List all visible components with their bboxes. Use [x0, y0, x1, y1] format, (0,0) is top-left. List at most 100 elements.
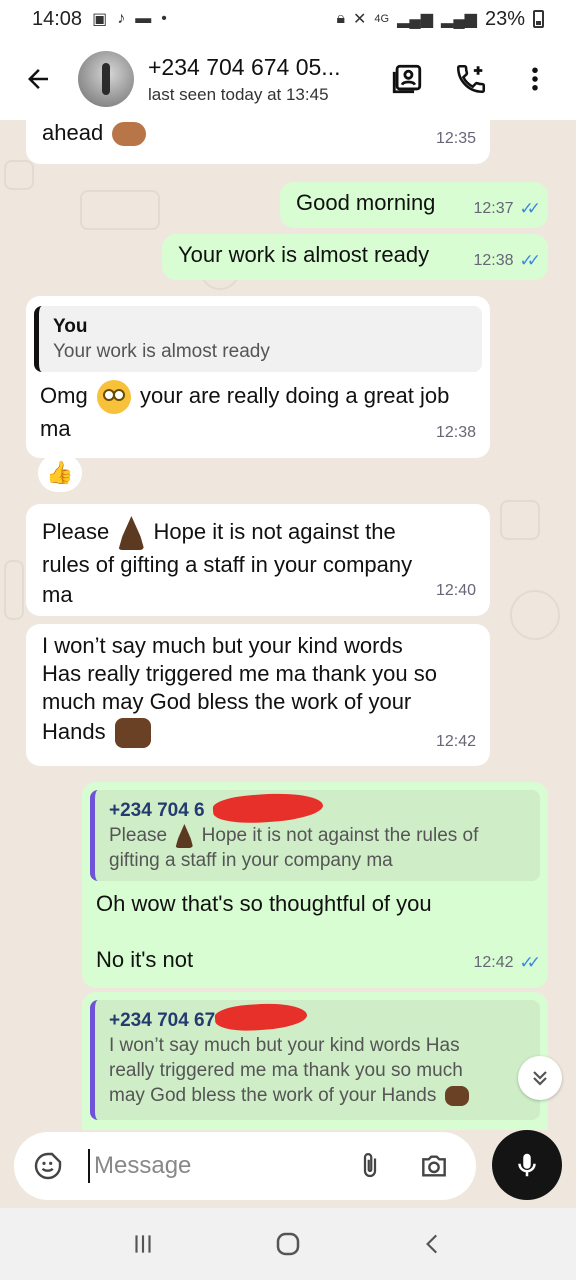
- attach-button[interactable]: [346, 1142, 394, 1190]
- last-seen: last seen today at 13:45: [148, 84, 329, 104]
- voice-record-button[interactable]: [492, 1130, 562, 1200]
- gallery-icon: ▣: [92, 11, 108, 28]
- sticker-button[interactable]: [24, 1142, 72, 1190]
- status-bar: 14:08 ▣ ♪ ▬ • 🔒︎ ✕ 4G ▂▄▆ ▂▄▆ 23%: [0, 0, 576, 38]
- status-time: 14:08: [32, 7, 83, 30]
- message-line-last: Hands: [42, 718, 474, 749]
- camera-button[interactable]: [410, 1142, 458, 1190]
- tiktok-icon: ♪: [117, 10, 126, 27]
- double-chevron-down-icon: [533, 1071, 547, 1086]
- mute-icon: ✕: [352, 11, 367, 28]
- message-meta: 12:37 ✓✓: [473, 194, 540, 224]
- message-outgoing[interactable]: Your work is almost ready 12:38 ✓✓: [162, 234, 548, 280]
- message-time: 12:42: [435, 733, 476, 750]
- message-outgoing-reply[interactable]: +234 704 67 I won’t say much but your ki…: [82, 992, 548, 1130]
- home-button[interactable]: [258, 1214, 318, 1274]
- message-line: No it's not: [96, 947, 194, 972]
- wallpaper-doodle: [510, 590, 560, 640]
- avatar[interactable]: [78, 51, 134, 107]
- more-options-button[interactable]: [506, 50, 564, 108]
- message-outgoing[interactable]: Good morning 12:37 ✓✓: [280, 182, 548, 228]
- message-line: Has really triggered me ma thank you so: [42, 661, 437, 686]
- chat-area[interactable]: ahead 12:35 Good morning 12:37 ✓✓ Your w…: [0, 120, 576, 1130]
- folded-hands-emoji: [118, 516, 145, 550]
- contact-info[interactable]: +234 704 674 05... last seen today at 13…: [148, 54, 363, 105]
- status-dot: •: [161, 10, 167, 27]
- raising-hands-emoji: [114, 718, 151, 749]
- back-arrow-icon: [28, 69, 48, 89]
- message-incoming[interactable]: ahead 12:35: [26, 120, 490, 164]
- message-body: Omg your are really doing a great job ma: [34, 372, 482, 444]
- message-text: Hands: [42, 719, 106, 744]
- message-incoming-reply[interactable]: You Your work is almost ready Omg your a…: [26, 296, 490, 458]
- header-actions: [378, 50, 564, 108]
- heart-hands-emoji: [112, 122, 147, 147]
- message-time: 12:42: [473, 954, 514, 971]
- battery-icon: [533, 10, 544, 28]
- contact-card-button[interactable]: [378, 50, 436, 108]
- battery-level: 23%: [484, 7, 525, 30]
- message-incoming[interactable]: I won’t say much but your kind words Has…: [26, 624, 490, 766]
- reaction-thumbs-up[interactable]: 👍: [38, 454, 82, 492]
- message-time: 12:38: [435, 424, 476, 441]
- recents-button[interactable]: [113, 1214, 173, 1274]
- signal-icon-2: ▂▄▆: [441, 11, 477, 28]
- contact-card-icon: [392, 64, 422, 94]
- quote-text-part: Please: [109, 825, 168, 846]
- message-text: Hope it is not against the: [153, 518, 396, 544]
- system-nav-bar: [0, 1208, 576, 1280]
- quote-text-part: gifting a staff in your company ma: [109, 850, 393, 871]
- message-meta: 12:42 ✓✓: [473, 948, 540, 978]
- quote-author: You: [53, 316, 88, 337]
- message-input-pill: [14, 1132, 476, 1200]
- message-time: 12:40: [435, 582, 476, 599]
- status-right: 🔒︎ ✕ 4G ▂▄▆ ▂▄▆ 23%: [336, 8, 544, 31]
- message-input[interactable]: [88, 1149, 328, 1183]
- scroll-to-bottom-button[interactable]: [518, 1056, 562, 1100]
- message-text: Your work is almost ready: [178, 242, 430, 267]
- message-time: 12:38: [473, 252, 514, 269]
- message-meta: 12:38 ✓✓: [473, 246, 541, 276]
- home-icon: [276, 1232, 300, 1256]
- back-nav-button[interactable]: [403, 1214, 463, 1274]
- quote-text-part: may God bless the work of your Hands: [109, 1085, 437, 1106]
- quoted-message[interactable]: You Your work is almost ready: [34, 306, 482, 372]
- read-ticks-icon: ✓✓: [519, 251, 541, 270]
- sticker-icon: [34, 1152, 62, 1180]
- add-call-icon: [456, 64, 486, 94]
- network-type: 4G: [374, 13, 390, 25]
- wallpaper-doodle: [4, 560, 24, 620]
- mic-icon: [518, 1153, 536, 1177]
- contact-name: +234 704 674 05...: [148, 53, 341, 80]
- message-text: ma: [40, 416, 71, 441]
- wallpaper-doodle: [500, 500, 540, 540]
- chat-header: +234 704 674 05... last seen today at 13…: [0, 38, 576, 120]
- add-call-button[interactable]: [442, 50, 500, 108]
- message-outgoing-reply[interactable]: +234 704 6 Please Hope it is not against…: [82, 782, 548, 988]
- message-time: 12:35: [435, 130, 476, 147]
- message-text: Please: [42, 518, 110, 544]
- message-composer: [0, 1130, 576, 1208]
- attach-icon: [363, 1153, 377, 1178]
- quote-text: I won’t say much but your kind words Has…: [109, 1033, 526, 1108]
- more-vert-icon: [532, 67, 538, 91]
- quoted-message[interactable]: +234 704 67 I won’t say much but your ki…: [90, 1000, 540, 1120]
- message-text: ma: [42, 582, 73, 607]
- quote-text-part: Hope it is not against the rules of: [201, 825, 479, 846]
- message-line: much may God bless the work of your: [42, 689, 412, 714]
- back-button[interactable]: [8, 49, 68, 109]
- recents-icon: [135, 1235, 151, 1253]
- quote-author: +234 704 67: [109, 1010, 216, 1031]
- quoted-message[interactable]: +234 704 6 Please Hope it is not against…: [90, 790, 540, 881]
- message-incoming[interactable]: Please Hope it is not against the rules …: [26, 504, 490, 616]
- lock-icon: 🔒︎: [336, 10, 345, 27]
- quote-line-last: may God bless the work of your Hands: [109, 1083, 526, 1108]
- message-text: your are really doing a great job: [139, 382, 450, 408]
- folded-hands-emoji: [175, 823, 194, 848]
- message-text: Omg: [40, 382, 88, 408]
- quote-text: Please Hope it is not against the rules …: [109, 823, 526, 873]
- camera-icon: [422, 1155, 446, 1177]
- message-text: rules of gifting a staff in your company: [42, 552, 413, 577]
- wallpaper-doodle: [4, 160, 34, 190]
- message-text: ahead: [42, 120, 104, 145]
